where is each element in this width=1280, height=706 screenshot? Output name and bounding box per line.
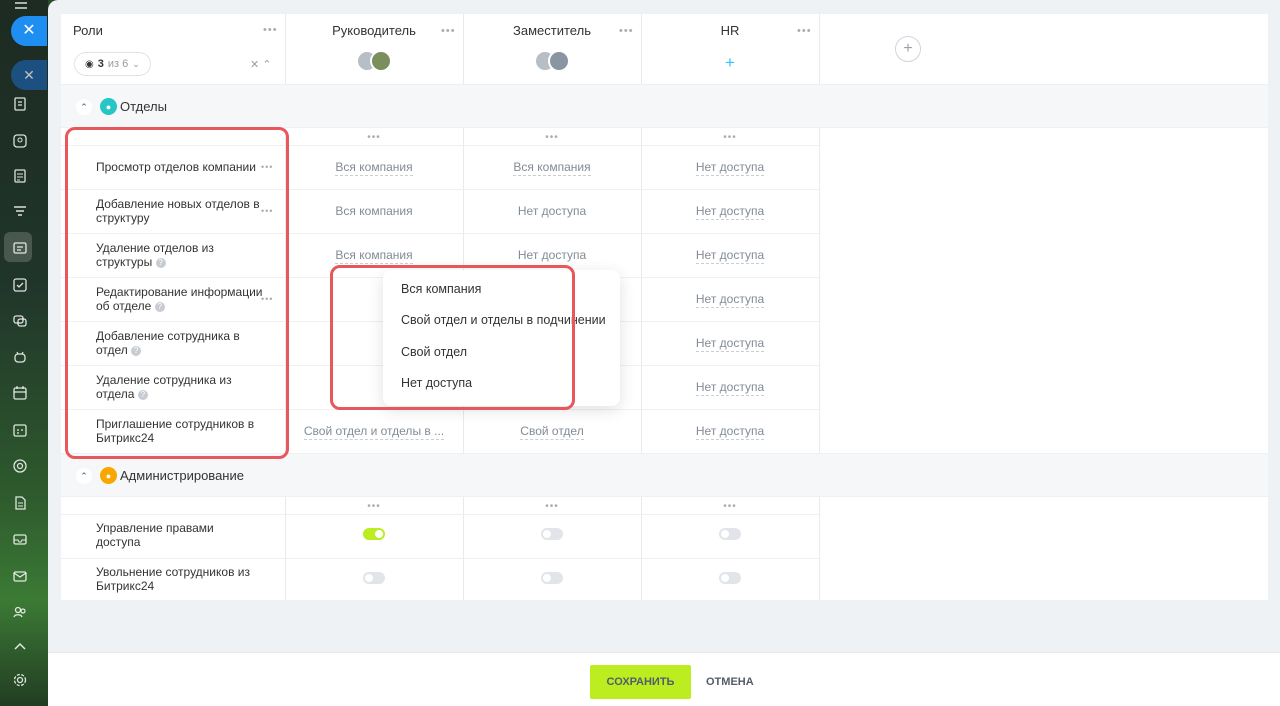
- permission-value[interactable]: Нет доступа: [641, 160, 819, 176]
- close-slider-button[interactable]: ✕: [11, 16, 47, 46]
- highlight-frame-permissions: [65, 127, 289, 459]
- schedule-icon[interactable]: [12, 422, 28, 438]
- footer-bar: СОХРАНИТЬ ОТМЕНА: [48, 652, 1280, 706]
- permission-toggle[interactable]: [541, 528, 563, 540]
- goals-icon[interactable]: [12, 458, 28, 474]
- chat-icon[interactable]: [12, 313, 28, 329]
- up-arrow-icon[interactable]: [12, 638, 28, 654]
- permission-value[interactable]: Нет доступа: [641, 248, 819, 264]
- role-column-header: Руководитель •••: [285, 14, 463, 84]
- visible-roles-count: 3: [97, 58, 104, 70]
- permission-toggle[interactable]: [719, 572, 741, 584]
- avatar: [370, 50, 392, 72]
- mail-icon[interactable]: [12, 568, 28, 584]
- permission-value[interactable]: Нет доступа: [463, 248, 641, 262]
- group-label: Администрирование: [120, 468, 244, 483]
- permission-value[interactable]: Свой отдел и отделы в ...: [285, 424, 463, 440]
- role-title: Заместитель: [513, 23, 591, 38]
- permission-toggle[interactable]: [541, 572, 563, 584]
- table-row: Управление правами доступа: [61, 515, 819, 559]
- group-departments: ⌃ ● Отделы: [61, 84, 1268, 128]
- permission-value[interactable]: Вся компания: [285, 160, 463, 176]
- plus-icon: +: [903, 40, 913, 57]
- settings-icon[interactable]: [12, 672, 28, 688]
- role-members[interactable]: [534, 50, 570, 72]
- access-rights-panel: Роли ••• ◉ 3 из 6 ⌄ ✕ ⌃ Руководитель •••…: [48, 0, 1280, 706]
- edit-icon[interactable]: [12, 96, 28, 112]
- permission-value[interactable]: Нет доступа: [641, 424, 819, 440]
- document-icon[interactable]: [12, 168, 28, 184]
- expand-collapse-icon[interactable]: ✕ ⌃: [250, 58, 272, 71]
- add-member-icon[interactable]: +: [725, 54, 735, 71]
- permission-value[interactable]: Свой отдел: [463, 424, 641, 440]
- role-more-icon[interactable]: •••: [797, 26, 812, 37]
- eye-icon: ◉: [85, 58, 94, 70]
- permission-value[interactable]: Нет доступа: [641, 380, 819, 396]
- permission-value[interactable]: Нет доступа: [463, 204, 641, 218]
- role-more-icon[interactable]: •••: [441, 26, 456, 37]
- contacts-icon[interactable]: [12, 133, 28, 149]
- table-row: Увольнение сотрудников из Битрикс24: [61, 559, 819, 600]
- permission-label: Управление правами доступа: [96, 521, 214, 549]
- permission-toggle[interactable]: [719, 528, 741, 540]
- departments-icon: ●: [100, 98, 117, 115]
- employees-icon[interactable]: [12, 604, 28, 620]
- tasks-icon[interactable]: [12, 277, 28, 293]
- close-icon: ✕: [23, 66, 35, 83]
- left-sidebar: ✕ ✕: [0, 0, 48, 706]
- role-column-header: HR ••• +: [641, 14, 819, 84]
- chevron-up-icon[interactable]: ⌃: [76, 468, 92, 484]
- avatar: [548, 50, 570, 72]
- close-icon: ✕: [22, 22, 36, 39]
- role-more-icon[interactable]: •••: [619, 26, 634, 37]
- cancel-button[interactable]: ОТМЕНА: [702, 665, 758, 699]
- close-slider-secondary-button[interactable]: ✕: [11, 60, 47, 90]
- role-title: Руководитель: [332, 23, 416, 38]
- company-structure-icon[interactable]: [12, 240, 28, 256]
- permission-value[interactable]: Вся компания: [285, 204, 463, 218]
- role-column-header: Заместитель •••: [463, 14, 641, 84]
- subheader-row: ••• ••• •••: [61, 497, 819, 515]
- file-icon[interactable]: [12, 495, 28, 511]
- calendar-icon[interactable]: [12, 385, 28, 401]
- visible-roles-total: из 6: [107, 58, 129, 70]
- permission-value[interactable]: Нет доступа: [641, 204, 819, 220]
- roles-title: Роли: [73, 23, 103, 38]
- inbox-icon[interactable]: [12, 531, 28, 547]
- highlight-frame-dropdown: [330, 265, 575, 410]
- permission-value[interactable]: Вся компания: [463, 160, 641, 176]
- group-administration: ⌃ ● Администрирование: [61, 453, 1268, 497]
- save-button[interactable]: СОХРАНИТЬ: [590, 665, 691, 699]
- permission-value[interactable]: Вся компания: [285, 248, 463, 264]
- permission-toggle[interactable]: [363, 572, 385, 584]
- permission-value[interactable]: Нет доступа: [641, 336, 819, 352]
- permission-value[interactable]: Нет доступа: [641, 292, 819, 308]
- menu-icon[interactable]: [13, 0, 29, 16]
- administration-icon: ●: [100, 467, 117, 484]
- roles-more-icon[interactable]: •••: [263, 25, 278, 36]
- copilot-icon[interactable]: [12, 349, 28, 365]
- group-label: Отделы: [120, 99, 167, 114]
- role-members[interactable]: [356, 50, 392, 72]
- role-title: HR: [720, 23, 740, 38]
- roles-header-cell: Роли ••• ◉ 3 из 6 ⌄ ✕ ⌃: [61, 14, 285, 84]
- visible-roles-selector[interactable]: ◉ 3 из 6 ⌄: [74, 52, 151, 76]
- chevron-up-icon[interactable]: ⌃: [76, 99, 92, 115]
- filter-icon[interactable]: [12, 204, 28, 220]
- permission-label: Увольнение сотрудников из Битрикс24: [96, 565, 250, 593]
- chevron-down-icon: ⌄: [132, 58, 140, 69]
- add-role-button[interactable]: +: [895, 36, 921, 62]
- permission-toggle[interactable]: [363, 528, 385, 540]
